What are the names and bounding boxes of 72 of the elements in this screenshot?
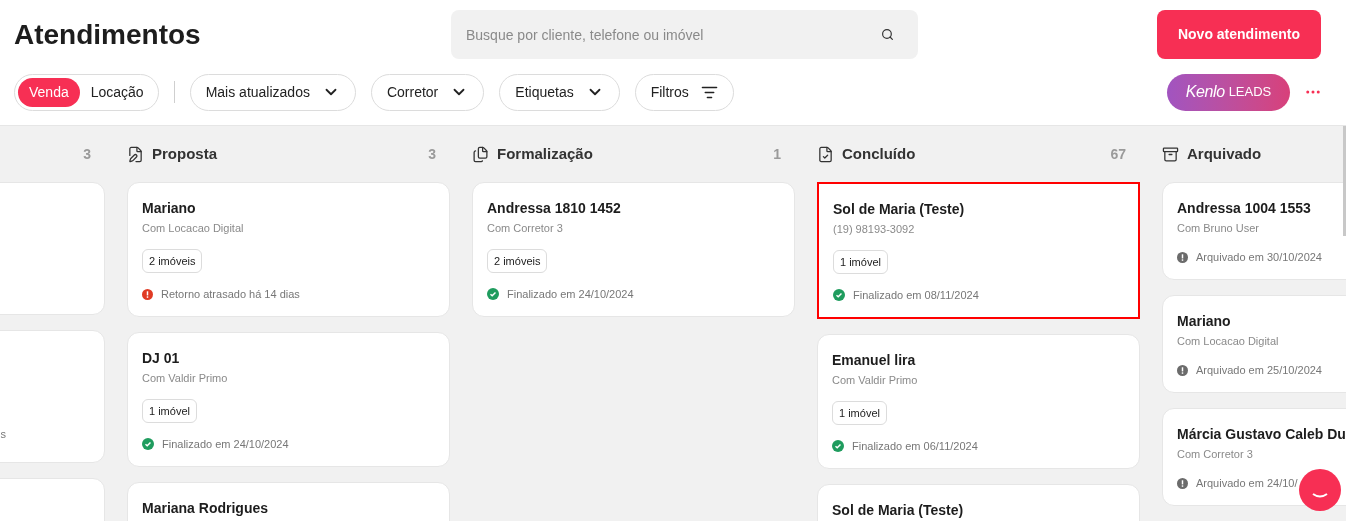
property-count-tag: 2 imóveis: [142, 249, 203, 273]
column-count: 1: [773, 144, 781, 164]
info-icon: [1177, 477, 1188, 489]
lead-card[interactable]: Andressa 1004 1553 Com Bruno User Arquivado em 30/10/2024: [1162, 182, 1346, 280]
status-text: s: [0, 427, 6, 442]
check-circle-icon: [487, 288, 499, 300]
client-name: Mariano: [1177, 312, 1232, 331]
lead-card[interactable]: s: [0, 330, 105, 463]
client-name: Sol de Maria (Teste): [833, 200, 966, 219]
column-count: 3: [428, 144, 436, 164]
info-icon: [1177, 251, 1188, 263]
client-name: Márcia Gustavo Caleb Du: [1177, 425, 1346, 444]
column-count: 67: [1110, 144, 1126, 164]
card-subtitle: (19) 98193-3092: [833, 222, 916, 237]
lead-card[interactable]: Márcia Gustavo Caleb Du Com Corretor 3 Arquivado em 24/10/: [1162, 408, 1346, 506]
column-title: Proposta: [152, 143, 217, 164]
check-circle-icon: [832, 440, 844, 452]
client-name: Mariano: [142, 199, 197, 218]
leads-button[interactable]: Kenlo LEADS: [1167, 73, 1290, 111]
property-count-tag: 1 imóvel: [142, 399, 197, 423]
property-count-tag: 1 imóvel: [832, 401, 887, 425]
lead-card[interactable]: Emanuel lira Com Valdir Primo 1 imóvel Finalizado em 06/11/2024: [817, 334, 1140, 469]
archive-icon: [1162, 145, 1179, 163]
lead-card[interactable]: Andressa 1810 1452 Com Corretor 3 2 imóveis Finalizado em 24/10/2024: [472, 182, 795, 317]
info-icon: [1177, 364, 1188, 376]
file-check-icon: [817, 145, 834, 163]
page-title: Atendimentos: [14, 17, 202, 52]
column-title: Formalização: [497, 143, 593, 164]
files-icon: [472, 145, 489, 163]
lead-card[interactable]: Sol de Maria (Teste): [817, 484, 1140, 521]
client-name: Emanuel lira: [832, 351, 917, 370]
client-name: Andressa 1004 1553: [1177, 199, 1312, 218]
client-name: Andressa 1810 1452: [487, 199, 622, 218]
card-subtitle: Com Locacao Digital: [1177, 334, 1280, 349]
card-subtitle: Com Corretor 3: [1177, 447, 1254, 462]
client-name: DJ 01: [142, 349, 181, 368]
status-text: Arquivado em 24/10/: [1196, 476, 1298, 491]
search-icon[interactable]: [881, 28, 894, 41]
lead-card[interactable]: Mariana Rodrigues: [127, 482, 450, 521]
new-service-button[interactable]: Novo atendimento: [1157, 10, 1321, 59]
segment-tab[interactable]: Venda: [18, 77, 80, 107]
alert-icon: [142, 288, 153, 300]
status-text: Retorno atrasado há 14 dias: [161, 287, 300, 302]
column-title: Arquivado: [1187, 143, 1262, 164]
property-count-tag: 2 imóveis: [487, 249, 548, 273]
lead-card[interactable]: DJ 01 Com Valdir Primo 1 imóvel Finalizado em 24/10/2024: [127, 332, 450, 467]
segment-tab[interactable]: Locação: [79, 77, 155, 107]
status-text: Finalizado em 06/11/2024: [852, 439, 978, 454]
card-subtitle: Com Bruno User: [1177, 221, 1260, 236]
status-text: Finalizado em 24/10/2024: [507, 287, 634, 302]
card-subtitle: Com Locacao Digital: [142, 221, 245, 236]
smile-icon: [1312, 493, 1328, 499]
lead-card[interactable]: Mariano Com Locacao Digital 2 imóveis Retorno atrasado há 14 dias: [127, 182, 450, 317]
column-count: 3: [83, 144, 91, 164]
check-circle-icon: [142, 438, 154, 450]
card-subtitle: Com Corretor 3: [487, 221, 564, 236]
card-subtitle: Com Valdir Primo: [142, 371, 229, 386]
status-text: Finalizado em 24/10/2024: [162, 437, 289, 452]
lead-card[interactable]: Mariano Com Locacao Digital Arquivado em 25/10/2024: [1162, 295, 1346, 393]
column-title: Concluído: [842, 143, 916, 164]
check-circle-icon: [833, 289, 845, 301]
card-subtitle: Com Valdir Primo: [832, 373, 919, 388]
lead-card[interactable]: Sol de Maria (Teste) (19) 98193-3092 1 imóvel Finalizado em 08/11/2024: [817, 182, 1140, 319]
file-pen-icon: [127, 145, 144, 163]
search-field[interactable]: Busque por cliente, telefone ou imóvel: [451, 10, 918, 59]
client-name: Sol de Maria (Teste): [832, 501, 965, 520]
status-text: Finalizado em 08/11/2024: [853, 288, 979, 303]
property-count-tag: 1 imóvel: [833, 250, 888, 274]
scrollbar[interactable]: [1343, 126, 1346, 236]
status-text: Arquivado em 25/10/2024: [1196, 363, 1322, 378]
status-text: Arquivado em 30/10/2024: [1196, 250, 1322, 265]
client-name: Mariana Rodrigues: [142, 499, 270, 518]
